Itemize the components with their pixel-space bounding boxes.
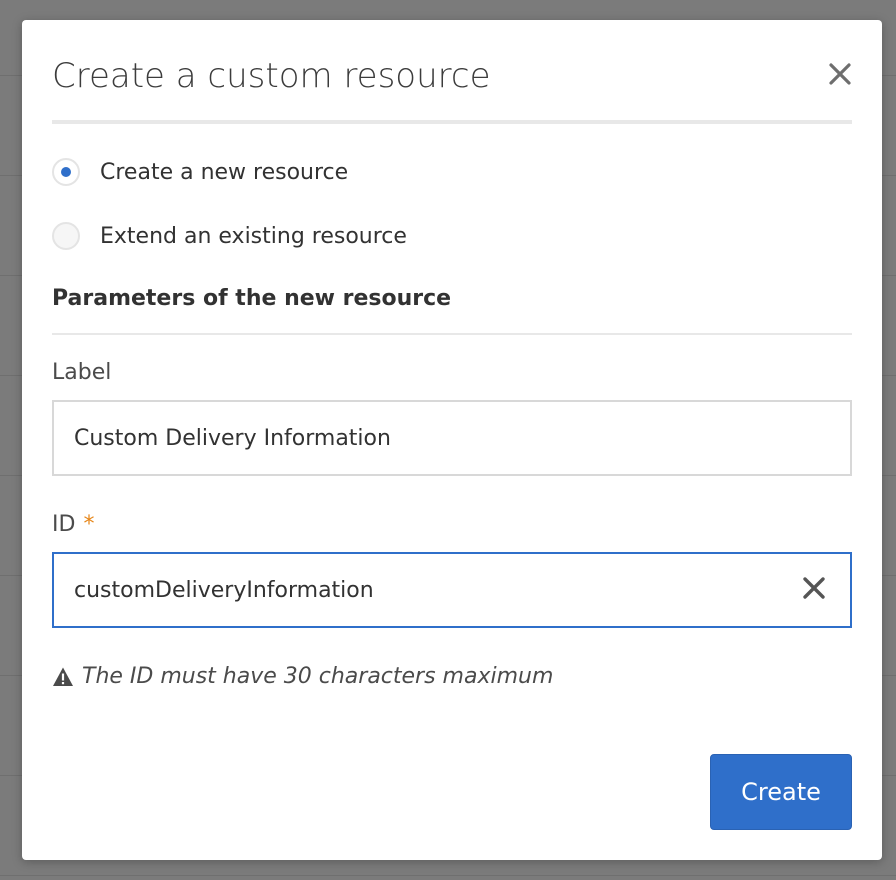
create-custom-resource-dialog: Create a custom resource Create a new re…	[22, 20, 882, 860]
title-divider	[52, 120, 852, 124]
radio-extend-existing-resource[interactable]: Extend an existing resource	[52, 220, 407, 252]
id-label-text: ID	[52, 512, 76, 537]
id-field-label: ID *	[52, 512, 94, 537]
id-input[interactable]	[52, 552, 852, 628]
label-field-label: Label	[52, 360, 112, 385]
dialog-title: Create a custom resource	[52, 56, 491, 96]
radio-label: Extend an existing resource	[100, 223, 407, 249]
section-divider	[52, 333, 852, 335]
clear-id-button[interactable]	[796, 570, 832, 606]
label-input[interactable]	[52, 400, 852, 476]
close-button[interactable]	[824, 58, 856, 90]
warning-icon	[53, 667, 73, 686]
radio-button-unchecked[interactable]	[52, 222, 80, 250]
radio-label: Create a new resource	[100, 159, 349, 185]
warning-text: The ID must have 30 characters maximum	[82, 664, 554, 689]
required-marker: *	[83, 512, 95, 537]
id-warning: The ID must have 30 characters maximum	[52, 664, 553, 689]
radio-create-new-resource[interactable]: Create a new resource	[52, 156, 348, 188]
section-heading: Parameters of the new resource	[52, 286, 452, 311]
radio-button-checked[interactable]	[52, 158, 80, 186]
create-button[interactable]: Create	[710, 754, 852, 830]
close-icon	[829, 63, 851, 85]
clear-icon	[803, 577, 825, 599]
